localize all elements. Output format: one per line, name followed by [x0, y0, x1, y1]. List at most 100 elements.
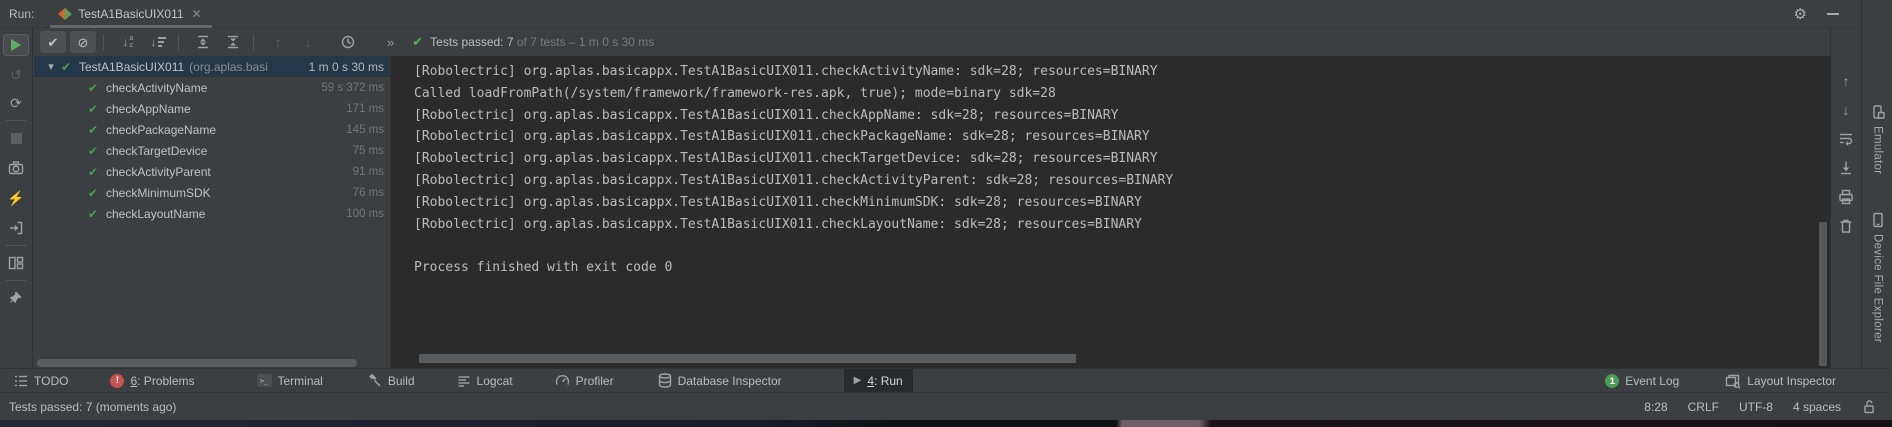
restore-layout-button[interactable]	[3, 252, 29, 274]
tab-label: Database Inspector	[678, 374, 782, 388]
indent-widget[interactable]: 4 spaces	[1793, 400, 1841, 414]
layout-inspector-button[interactable]: Layout Inspector	[1715, 369, 1846, 393]
sort-alphabetically-button[interactable]: ↓ az	[115, 31, 141, 53]
stripe-label: Device File Explorer	[1872, 234, 1884, 343]
chevron-down-icon[interactable]: ▾	[44, 60, 58, 73]
soft-wrap-button[interactable]	[1834, 128, 1858, 150]
clear-console-button[interactable]	[1834, 215, 1858, 237]
history-clock-icon	[340, 34, 356, 50]
rerun-failed-icon: ↺	[10, 68, 22, 82]
print-console-button[interactable]	[1834, 186, 1858, 208]
console-line: Process finished with exit code 0	[414, 257, 1810, 279]
console-line: [Robolectric] org.aplas.basicappx.TestA1…	[414, 126, 1810, 148]
tool-window-terminal[interactable]: >_ Terminal	[247, 369, 333, 393]
tab-label: Terminal	[278, 374, 323, 388]
tool-window-todo[interactable]: TODO	[4, 369, 78, 393]
suite-duration: 1 m 0 s 30 ms	[309, 60, 390, 74]
tool-window-problems[interactable]: ! 6: Problems	[100, 369, 204, 393]
rerun-tests-button[interactable]	[3, 34, 29, 56]
test-suite-row[interactable]: ▾ ✔ TestA1BasicUIX011 (org.aplas.basi 1 …	[34, 56, 390, 77]
rerun-failed-tests-button[interactable]: ↺	[3, 64, 29, 86]
test-name: checkActivityParent	[106, 165, 211, 179]
arrow-up-icon: ↑	[1843, 74, 1850, 88]
bolt-icon: ⚡	[7, 191, 24, 205]
encoding-widget[interactable]: UTF-8	[1739, 400, 1773, 414]
tests-passed-count: Tests passed: 7	[430, 35, 513, 49]
test-row[interactable]: ✔ checkAppName 171 ms	[34, 98, 390, 119]
right-tool-window-stripe: Emulator Device File Explorer	[1861, 0, 1892, 368]
scroll-to-end-button[interactable]	[1834, 157, 1858, 179]
collapse-all-button[interactable]	[220, 31, 246, 53]
run-tab-icon: ▶	[854, 375, 862, 386]
import-test-results-button[interactable]	[3, 217, 29, 239]
thread-dump-button[interactable]	[3, 157, 29, 179]
caret-position-widget[interactable]: 8:28	[1644, 400, 1667, 414]
console-line: [Robolectric] org.aplas.basicappx.TestA1…	[414, 170, 1810, 192]
tab-label: 4: Run	[867, 374, 902, 388]
tab-label: Build	[388, 374, 415, 388]
divider	[6, 120, 26, 121]
test-row[interactable]: ✔ checkLayoutName 100 ms	[34, 203, 390, 224]
show-ignored-toggle[interactable]: ⊘	[70, 31, 96, 53]
tree-horizontal-scrollbar[interactable]	[37, 359, 357, 367]
layout-icon	[8, 255, 24, 271]
test-row[interactable]: ✔ checkTargetDevice 75 ms	[34, 140, 390, 161]
stripe-button-emulator[interactable]: Emulator	[1862, 104, 1892, 174]
stop-icon	[11, 133, 22, 144]
test-name: checkTargetDevice	[106, 144, 207, 158]
trash-icon	[1838, 218, 1854, 234]
console-horizontal-scrollbar[interactable]	[419, 354, 1076, 363]
tool-window-profiler[interactable]: Profiler	[545, 369, 624, 393]
camera-icon	[8, 160, 24, 176]
tab-label: Profiler	[576, 374, 614, 388]
tab-label: Logcat	[477, 374, 513, 388]
profiler-gauge-icon	[555, 373, 570, 388]
close-icon[interactable]: ✕	[192, 7, 202, 21]
console-vertical-scrollbar[interactable]	[1819, 222, 1827, 366]
divider	[253, 34, 254, 50]
more-actions-icon[interactable]: »	[387, 35, 394, 50]
console-line: [Robolectric] org.aplas.basicappx.TestA1…	[414, 148, 1810, 170]
arrow-up-icon: ↑	[275, 34, 282, 50]
tool-window-logcat[interactable]: Logcat	[447, 369, 523, 393]
tool-window-build[interactable]: Build	[357, 369, 425, 393]
sort-by-duration-button[interactable]: ↓	[145, 31, 171, 53]
attach-debugger-button[interactable]: ⚡	[3, 187, 29, 209]
toggle-auto-test-button[interactable]: ⟳	[3, 92, 29, 114]
console-line: [Robolectric] org.aplas.basicappx.TestA1…	[414, 61, 1810, 83]
hide-window-icon[interactable]	[1827, 13, 1839, 15]
expand-all-button[interactable]	[190, 31, 216, 53]
tool-window-run[interactable]: ▶ 4: Run	[844, 369, 913, 393]
pin-tab-button[interactable]	[3, 287, 29, 309]
show-passed-toggle[interactable]: ✔	[40, 31, 66, 53]
test-row[interactable]: ✔ checkPackageName 145 ms	[34, 119, 390, 140]
terminal-icon: >_	[257, 374, 272, 387]
event-log-button[interactable]: 1 Event Log	[1595, 369, 1689, 393]
test-row[interactable]: ✔ checkMinimumSDK 76 ms	[34, 182, 390, 203]
unlock-icon[interactable]	[1861, 399, 1876, 414]
test-tree: ▾ ✔ TestA1BasicUIX011 (org.aplas.basi 1 …	[34, 56, 390, 368]
console-panel[interactable]: [Robolectric] org.aplas.basicappx.TestA1…	[390, 56, 1830, 368]
run-window-header: Run: TestA1BasicUIX011 ✕ ⚙	[0, 0, 1861, 28]
test-history-button[interactable]	[335, 31, 361, 53]
test-duration: 171 ms	[346, 103, 390, 115]
divider	[6, 280, 26, 281]
tool-window-bar-right: 1 Event Log Layout Inspector	[1595, 369, 1846, 393]
scroll-down-button[interactable]: ↓	[1834, 99, 1858, 121]
test-row[interactable]: ✔ checkActivityParent 91 ms	[34, 161, 390, 182]
gear-icon[interactable]: ⚙	[1794, 5, 1807, 23]
suite-name: TestA1BasicUIX011	[79, 60, 184, 74]
tool-window-database-inspector[interactable]: Database Inspector	[648, 369, 792, 393]
line-ending-widget[interactable]: CRLF	[1688, 400, 1719, 414]
test-row[interactable]: ✔ checkActivityName 59 s 372 ms	[34, 77, 390, 98]
test-duration: 59 s 372 ms	[321, 82, 390, 94]
run-config-tab[interactable]: TestA1BasicUIX011 ✕	[50, 0, 211, 28]
layout-inspector-label: Layout Inspector	[1747, 374, 1836, 388]
test-passed-icon: ✔	[85, 144, 101, 158]
test-duration: 100 ms	[346, 208, 390, 220]
layout-inspector-icon	[1725, 374, 1741, 389]
test-summary: ✔ Tests passed: 7 of 7 tests – 1 m 0 s 3…	[412, 34, 654, 50]
stripe-button-device-file-explorer[interactable]: Device File Explorer	[1862, 212, 1892, 343]
console-line: [Robolectric] org.aplas.basicappx.TestA1…	[414, 214, 1810, 236]
scroll-up-button[interactable]: ↑	[1834, 70, 1858, 92]
